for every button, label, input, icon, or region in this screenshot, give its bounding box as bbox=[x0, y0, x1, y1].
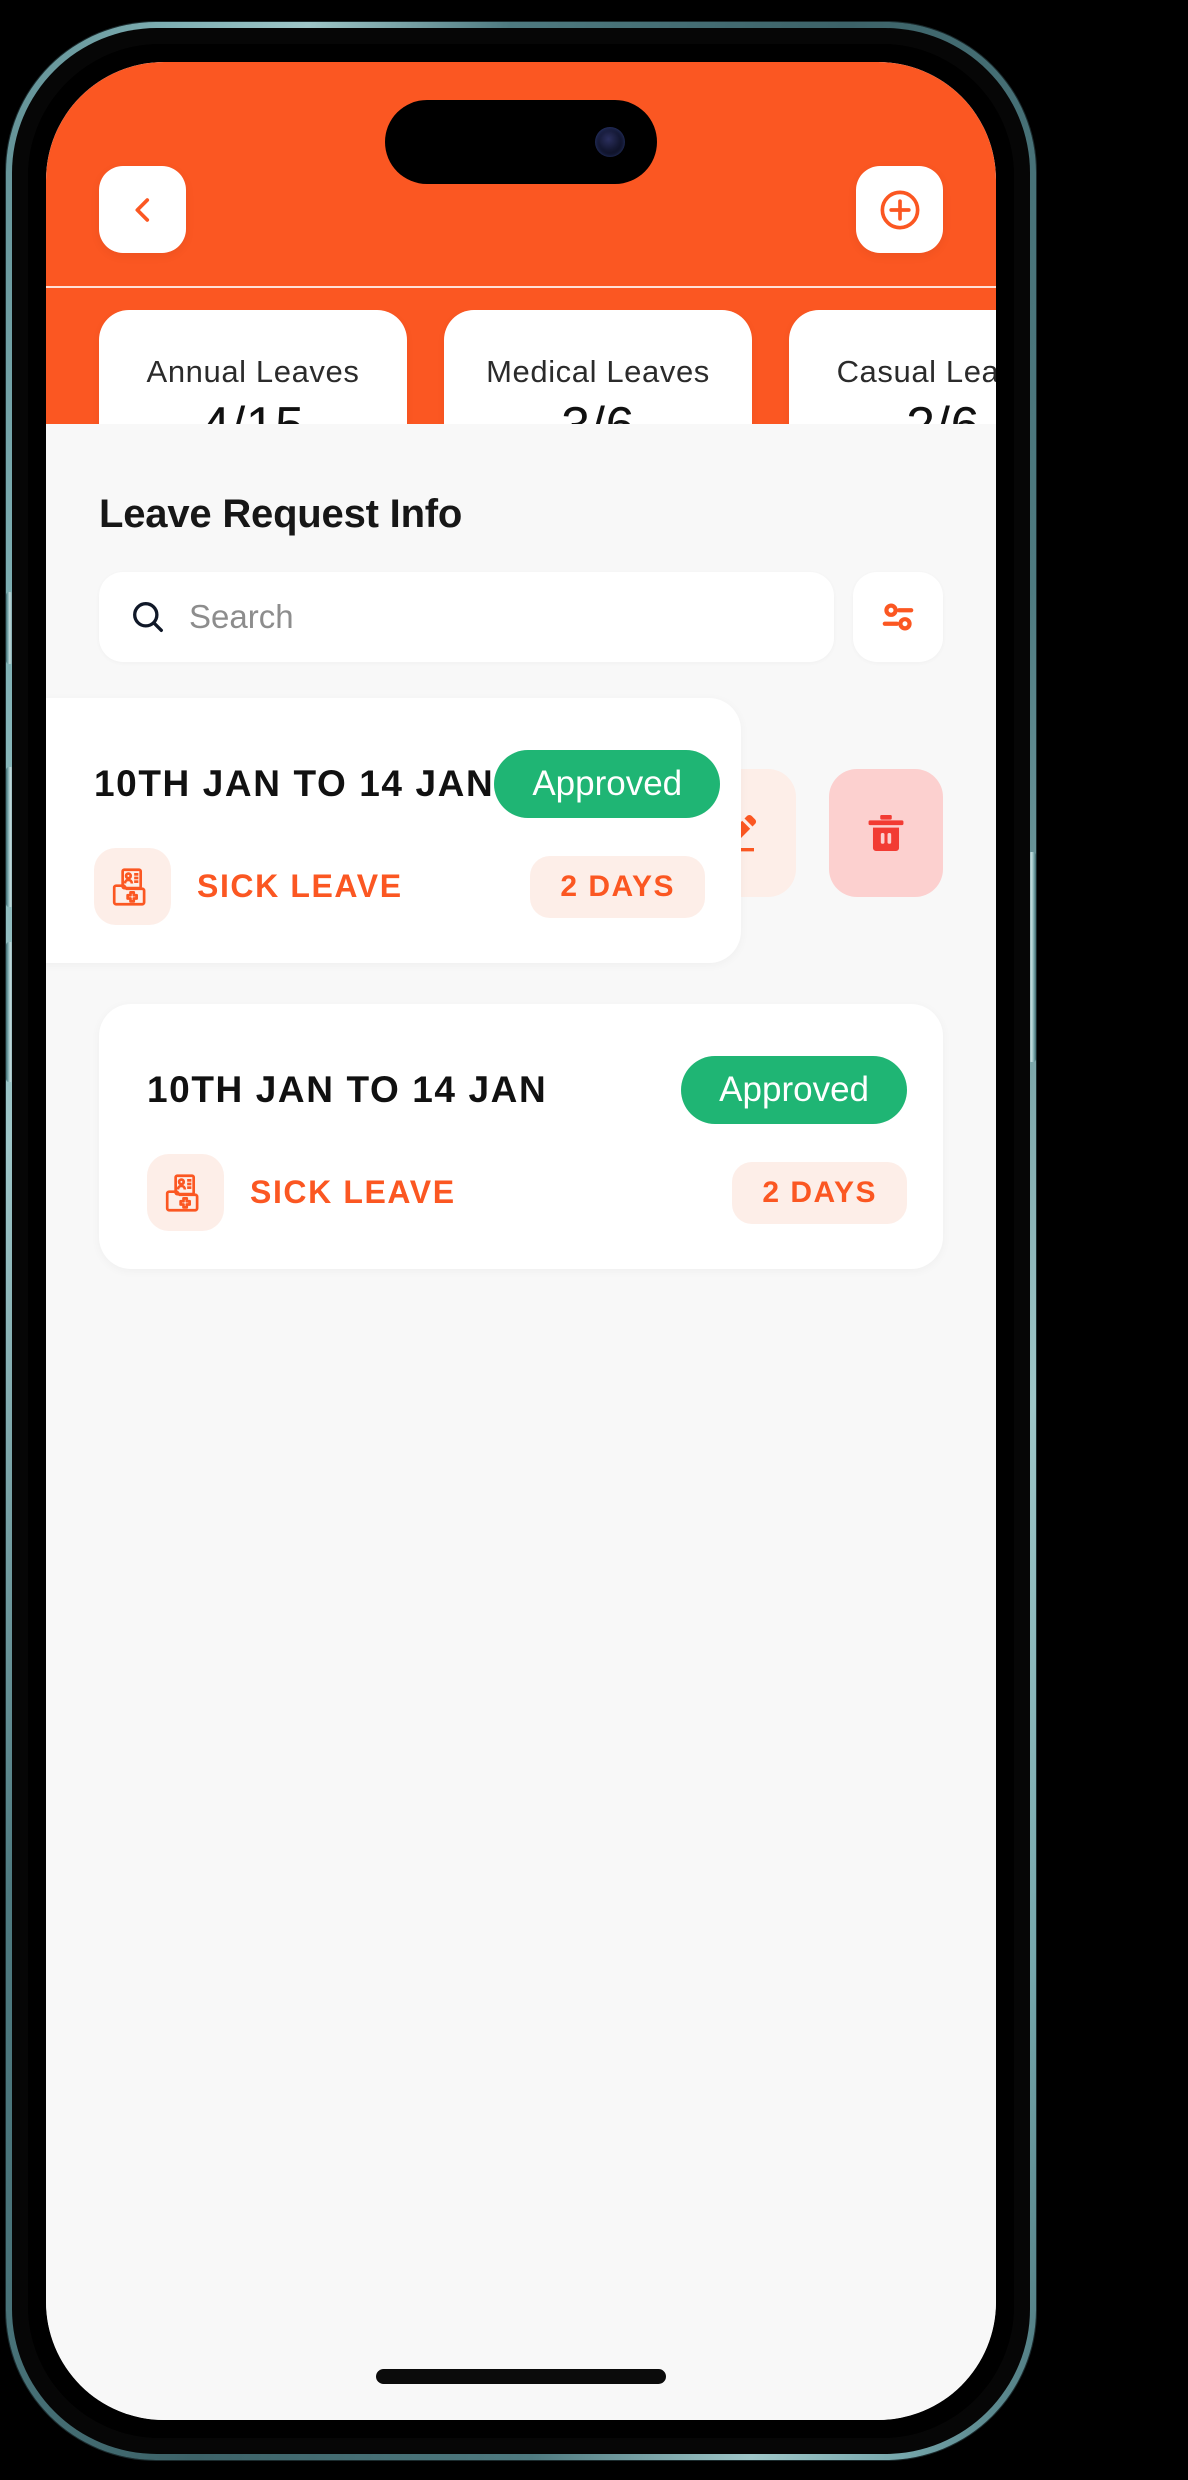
plus-circle-icon bbox=[877, 187, 923, 233]
card-footer: SICK LEAVE 2 DAYS bbox=[147, 1154, 907, 1231]
leave-request-list: 10TH JAN TO 14 JAN Approved SICK LEAVE 2… bbox=[46, 698, 996, 2420]
leave-type-label: SICK LEAVE bbox=[197, 868, 403, 904]
stat-label: Casual Leaves bbox=[836, 354, 996, 389]
add-leave-button[interactable] bbox=[856, 166, 943, 253]
screenshot-stage: Annual Leaves 4/15 Medical Leaves 3/6 Ca… bbox=[0, 0, 1188, 2480]
leave-request-card[interactable]: 10TH JAN TO 14 JAN Approved SICK LEAVE 2… bbox=[46, 698, 741, 963]
delete-button[interactable] bbox=[829, 769, 943, 897]
main-content: Leave Request Info Search 10TH JAN TO 14… bbox=[46, 424, 996, 2420]
leave-date-range: 10TH JAN TO 14 JAN bbox=[147, 1069, 548, 1110]
card-header: 10TH JAN TO 14 JAN Approved bbox=[147, 1056, 907, 1124]
front-camera-icon bbox=[595, 127, 625, 157]
search-icon bbox=[129, 598, 167, 636]
phone-frame: Annual Leaves 4/15 Medical Leaves 3/6 Ca… bbox=[6, 22, 1036, 2460]
search-placeholder: Search bbox=[189, 598, 294, 635]
leave-type-group: SICK LEAVE bbox=[94, 848, 403, 925]
medical-record-icon bbox=[94, 848, 171, 925]
card-footer: SICK LEAVE 2 DAYS bbox=[94, 848, 705, 925]
filter-button[interactable] bbox=[853, 572, 943, 662]
leave-type-group: SICK LEAVE bbox=[147, 1154, 456, 1231]
stat-label: Medical Leaves bbox=[486, 354, 710, 389]
home-indicator[interactable] bbox=[376, 2369, 666, 2384]
search-input[interactable]: Search bbox=[99, 572, 834, 662]
chevron-left-icon bbox=[126, 190, 160, 230]
dynamic-island bbox=[385, 100, 657, 184]
trash-delete-icon bbox=[863, 810, 909, 856]
status-badge: Approved bbox=[494, 750, 721, 818]
search-row: Search bbox=[99, 572, 943, 662]
back-button[interactable] bbox=[99, 166, 186, 253]
stat-label: Annual Leaves bbox=[146, 354, 360, 389]
leave-request-row-swiped: 10TH JAN TO 14 JAN Approved SICK LEAVE 2… bbox=[46, 698, 996, 968]
leave-request-card[interactable]: 10TH JAN TO 14 JAN Approved SICK LEAVE 2… bbox=[99, 1004, 943, 1269]
leave-duration-badge: 2 DAYS bbox=[530, 855, 705, 918]
filter-sliders-icon bbox=[876, 595, 920, 639]
page-title: Leave Request Info bbox=[99, 492, 463, 536]
leave-duration-badge: 2 DAYS bbox=[732, 1161, 907, 1224]
leave-type-label: SICK LEAVE bbox=[250, 1174, 456, 1210]
status-badge: Approved bbox=[681, 1056, 907, 1124]
card-header: 10TH JAN TO 14 JAN Approved bbox=[94, 750, 721, 818]
header-divider bbox=[46, 286, 996, 288]
leave-date-range: 10TH JAN TO 14 JAN bbox=[94, 763, 495, 804]
medical-record-icon bbox=[147, 1154, 224, 1231]
phone-screen: Annual Leaves 4/15 Medical Leaves 3/6 Ca… bbox=[46, 62, 996, 2420]
